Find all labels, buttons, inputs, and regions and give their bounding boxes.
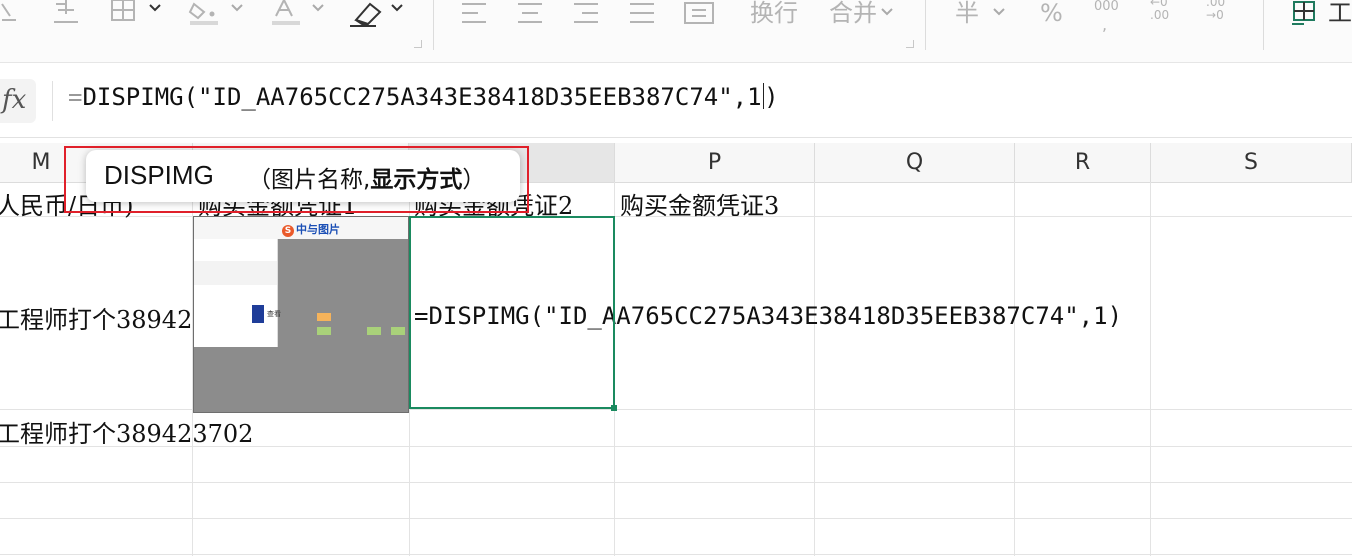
comma-style-text: 000 (1094, 0, 1119, 14)
font-group-launcher-icon[interactable] (414, 40, 422, 48)
thumbnail-table (279, 267, 408, 337)
wrap-text-button[interactable]: 换行 (750, 0, 798, 26)
cell-image-thumbnail[interactable]: S 中与图片 查看 (193, 216, 409, 413)
formula-bar-separator (52, 81, 53, 121)
increase-decimal-icon[interactable]: ←0 .00 (1150, 0, 1184, 22)
font-color-caret-icon[interactable] (311, 2, 325, 17)
merge-caret-icon[interactable] (880, 6, 894, 21)
comma-style-button[interactable]: 000 , (1094, 0, 1124, 33)
column-header-p[interactable]: P (615, 143, 815, 182)
currency-format-button[interactable]: 半 (955, 0, 979, 26)
ribbon-separator (1263, 0, 1264, 50)
border-dropdown-caret-icon[interactable] (148, 2, 162, 17)
cell-m3[interactable]: 工程师打个389423702 (0, 414, 253, 449)
increase-decimal-text: .00 (1150, 8, 1170, 22)
thumbnail-sidebar-selected (194, 261, 277, 285)
grid-vline (1150, 182, 1151, 556)
grid-hline (0, 482, 1352, 483)
align-center-icon[interactable] (516, 2, 544, 24)
formula-bar: fx =DISPIMG("ID_AA765CC275A343E38418D35E… (0, 62, 1352, 138)
thumbnail-tag (317, 313, 331, 321)
ribbon-separator (433, 0, 434, 50)
table-style-label[interactable]: 工 (1328, 0, 1352, 26)
fill-color-caret-icon[interactable] (230, 2, 244, 17)
thumbnail-sidebar (194, 239, 278, 347)
distributed-align-icon[interactable] (682, 0, 716, 26)
formula-close-paren: ) (764, 83, 779, 111)
ribbon-separator (925, 0, 926, 50)
border-icon[interactable] (110, 0, 138, 24)
selected-cell-border (409, 216, 615, 409)
currency-caret-icon[interactable] (992, 6, 1006, 21)
thumbnail-button (252, 305, 264, 323)
strikethrough-icon[interactable] (0, 0, 18, 22)
column-header-s[interactable]: S (1151, 143, 1352, 182)
alignment-group-launcher-icon[interactable] (906, 40, 914, 48)
thumbnail-tag (317, 327, 331, 335)
eraser-icon[interactable] (346, 0, 382, 28)
merge-button[interactable]: 合并 (829, 0, 877, 26)
cell-p1[interactable]: 购买金额凭证3 (620, 186, 779, 221)
fx-icon: fx (2, 85, 27, 115)
fill-handle[interactable] (611, 405, 617, 411)
thumbnail-header: S 中与图片 (194, 217, 408, 239)
column-header-r[interactable]: R (1015, 143, 1151, 182)
cell-m2[interactable]: 工程师打个38942 (0, 300, 192, 335)
column-header-q[interactable]: Q (815, 143, 1015, 182)
conditional-format-icon[interactable] (1290, 0, 1320, 26)
fill-color-icon[interactable] (188, 0, 220, 26)
align-left-icon[interactable] (460, 2, 488, 24)
underline-a-icon[interactable] (52, 0, 80, 24)
ribbon-toolbar: 换行 合并 半 % 000 , ←0 .00 .00 →0 工 (0, 0, 1352, 62)
grid-hline (0, 518, 1352, 519)
grid-vline (814, 182, 815, 556)
percent-format-button[interactable]: % (1040, 0, 1063, 26)
grid-hline (0, 554, 1352, 555)
decrease-decimal-text: 0 (1216, 8, 1224, 22)
thumbnail-tag (391, 327, 405, 335)
font-color-icon[interactable] (270, 0, 302, 26)
formula-equals: = (68, 83, 83, 111)
grid-vline (1014, 182, 1015, 556)
eraser-caret-icon[interactable] (390, 2, 404, 17)
decrease-decimal-icon[interactable]: .00 →0 (1206, 0, 1240, 22)
justify-icon[interactable] (628, 2, 656, 24)
thumbnail-logo: S 中与图片 (282, 221, 340, 237)
insert-function-button[interactable]: fx (0, 79, 36, 123)
highlight-annotation-box (64, 146, 529, 213)
formula-text: DISPIMG("ID_AA765CC275A343E38418D35EEB38… (82, 83, 762, 111)
align-right-icon[interactable] (572, 2, 600, 24)
thumbnail-logo-text: 中与图片 (296, 223, 340, 236)
formula-input[interactable]: =DISPIMG("ID_AA765CC275A343E38418D35EEB3… (68, 83, 779, 111)
thumbnail-tag (367, 327, 381, 335)
